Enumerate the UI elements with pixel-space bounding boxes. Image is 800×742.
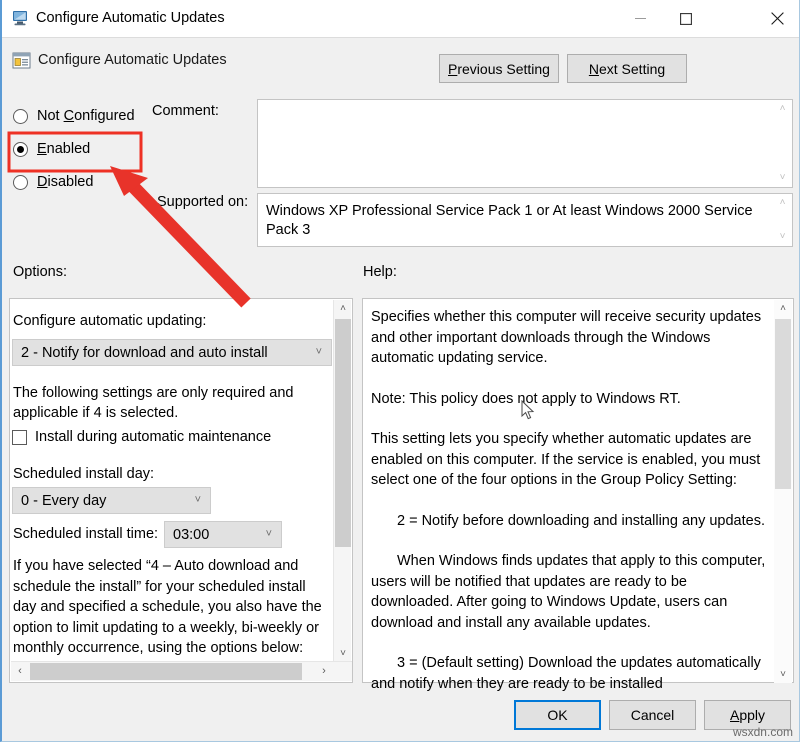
install-during-maintenance-label: Install during automatic maintenance	[35, 429, 271, 445]
scheduled-install-time-dropdown[interactable]: 03:00 ˅	[164, 521, 282, 548]
page-title: Configure Automatic Updates	[38, 52, 227, 68]
help-paragraph: When Windows finds updates that apply to…	[371, 551, 769, 633]
help-paragraph: This setting lets you specify whether au…	[371, 429, 769, 491]
help-paragraph: 2 = Notify before downloading and instal…	[371, 511, 769, 532]
comment-label: Comment:	[152, 103, 219, 119]
next-setting-accel: N	[589, 61, 599, 77]
chevron-down-icon: ˅	[316, 347, 322, 358]
scroll-up-icon[interactable]: ˄	[774, 300, 792, 317]
close-icon[interactable]	[754, 0, 800, 37]
configure-updating-label: Configure automatic updating:	[13, 313, 206, 329]
radio-not-configured[interactable]: Not Configured	[13, 105, 135, 127]
chevron-down-icon: ˅	[266, 529, 272, 540]
supported-on-label: Supported on:	[157, 194, 248, 210]
scroll-left-icon[interactable]: ‹	[11, 662, 29, 681]
monitor-icon	[11, 10, 29, 27]
scheduled-install-day-value: 0 - Every day	[21, 493, 195, 509]
configure-updating-value: 2 - Notify for download and auto install	[21, 345, 316, 361]
scheduled-install-time-value: 03:00	[173, 527, 266, 543]
scroll-down-icon[interactable]: ˅	[780, 173, 786, 183]
radio-not-configured-mark	[13, 109, 28, 124]
radio-enabled[interactable]: Enabled	[13, 138, 90, 160]
minimize-icon[interactable]	[617, 0, 663, 37]
apply-accel: A	[730, 707, 739, 723]
help-text: Specifies whether this computer will rec…	[371, 307, 769, 714]
scheduled-install-day-label: Scheduled install day:	[13, 466, 154, 482]
comment-scrollbar[interactable]: ˄ ˅	[774, 101, 791, 186]
radio-enabled-label: Enabled	[37, 141, 90, 157]
supported-on-value: Windows XP Professional Service Pack 1 o…	[266, 202, 770, 240]
help-label: Help:	[363, 264, 397, 280]
previous-setting-button[interactable]: Previous Setting	[439, 54, 559, 83]
help-paragraph: 3 = (Default setting) Download the updat…	[371, 653, 769, 694]
radio-disabled[interactable]: Disabled	[13, 171, 93, 193]
annotation-arrow	[110, 166, 246, 303]
help-paragraph: Specifies whether this computer will rec…	[371, 307, 769, 369]
previous-setting-label: revious Setting	[457, 61, 550, 77]
radio-enabled-mark	[13, 142, 28, 157]
checkbox-mark	[12, 430, 27, 445]
radio-disabled-mark	[13, 175, 28, 190]
configure-updating-dropdown[interactable]: 2 - Notify for download and auto install…	[12, 339, 332, 366]
scroll-down-icon[interactable]: ˅	[774, 666, 792, 683]
next-setting-label: ext Setting	[599, 61, 665, 77]
previous-setting-accel: P	[448, 61, 457, 77]
install-during-maintenance-checkbox[interactable]: Install during automatic maintenance	[12, 429, 271, 445]
ok-button[interactable]: OK	[514, 700, 601, 730]
options-hscroll-thumb[interactable]	[30, 663, 302, 680]
scroll-up-icon[interactable]: ˄	[780, 104, 786, 114]
scroll-down-icon[interactable]: ˅	[780, 232, 786, 242]
policy-setting-icon	[12, 51, 31, 70]
options-note-text: The following settings are only required…	[13, 383, 313, 423]
next-setting-button[interactable]: Next Setting	[567, 54, 687, 83]
title-bar: Configure Automatic Updates	[2, 0, 800, 38]
maximize-icon[interactable]	[663, 0, 709, 37]
scroll-right-icon[interactable]: ›	[315, 662, 333, 681]
help-vscroll-thumb[interactable]	[775, 319, 791, 489]
scheduled-install-day-dropdown[interactable]: 0 - Every day ˅	[12, 487, 211, 514]
supported-on-scrollbar[interactable]: ˄ ˅	[774, 195, 791, 245]
window-title: Configure Automatic Updates	[36, 10, 225, 26]
comment-input[interactable]: ˄ ˅	[257, 99, 793, 188]
cancel-button[interactable]: Cancel	[609, 700, 696, 730]
supported-on-field[interactable]: Windows XP Professional Service Pack 1 o…	[257, 193, 793, 247]
scroll-up-icon[interactable]: ˄	[780, 198, 786, 208]
scroll-up-icon[interactable]: ˄	[334, 300, 352, 317]
configure-automatic-updates-dialog: Configure Automatic Updates Configure Au…	[0, 0, 800, 742]
scroll-down-icon[interactable]: ˅	[334, 645, 352, 662]
options-trailing-paragraph: If you have selected “4 – Auto download …	[13, 556, 331, 659]
options-vscroll-thumb[interactable]	[335, 319, 351, 547]
mouse-cursor-icon	[521, 400, 535, 421]
radio-not-configured-label: Not Configured	[37, 108, 135, 124]
apply-label: pply	[739, 707, 765, 723]
options-label: Options:	[13, 264, 67, 280]
radio-disabled-label: Disabled	[37, 174, 93, 190]
options-vertical-scrollbar[interactable]: ˄ ˅	[333, 300, 351, 662]
options-horizontal-scrollbar[interactable]: ‹ ›	[11, 661, 352, 681]
help-vertical-scrollbar[interactable]: ˄ ˅	[774, 300, 792, 683]
chevron-down-icon: ˅	[195, 495, 201, 506]
help-panel: Specifies whether this computer will rec…	[362, 298, 794, 683]
help-paragraph: Note: This policy does not apply to Wind…	[371, 389, 769, 410]
scheduled-install-time-label: Scheduled install time:	[13, 526, 158, 542]
watermark: wsxdn.com	[733, 725, 793, 739]
